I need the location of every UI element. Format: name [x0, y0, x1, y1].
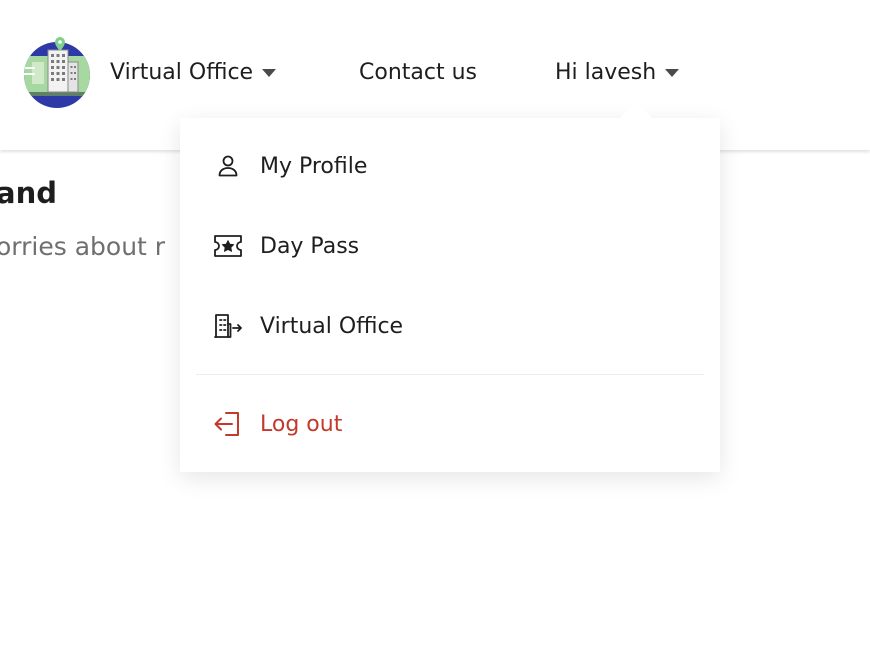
caret-down-icon — [665, 69, 680, 77]
user-dropdown-menu: My Profile Day Pass Virtual Office Log o… — [180, 118, 720, 472]
nav-contact-us[interactable]: Contact us — [359, 57, 477, 87]
menu-item-virtual-office[interactable]: Virtual Office — [180, 300, 720, 352]
page: Virtual Office Contact us Hi lavesh and … — [0, 0, 870, 664]
menu-item-log-out[interactable]: Log out — [180, 398, 720, 450]
dropdown-pointer — [619, 101, 653, 119]
brand-logo[interactable] — [22, 36, 92, 110]
menu-item-label: Virtual Office — [260, 313, 404, 339]
menu-item-day-pass[interactable]: Day Pass — [180, 220, 720, 272]
user-greeting: Hi lavesh — [555, 59, 657, 85]
hero-heading: and — [0, 176, 57, 210]
caret-down-icon — [262, 69, 277, 77]
building-arrow-icon — [212, 310, 244, 342]
nav-contact-us-label: Contact us — [359, 59, 477, 85]
menu-item-label: Day Pass — [260, 233, 360, 259]
menu-item-label: My Profile — [260, 153, 368, 179]
menu-divider — [196, 374, 704, 375]
logout-icon — [212, 408, 244, 440]
ticket-star-icon — [212, 230, 244, 262]
nav-virtual-office-label: Virtual Office — [110, 59, 254, 85]
menu-item-label: Log out — [260, 411, 343, 437]
person-icon — [212, 150, 244, 182]
menu-item-my-profile[interactable]: My Profile — [180, 140, 720, 192]
hero-subtext: orries about r — [0, 232, 166, 261]
nav-user-menu[interactable]: Hi lavesh — [555, 57, 680, 87]
nav-virtual-office[interactable]: Virtual Office — [110, 57, 277, 87]
